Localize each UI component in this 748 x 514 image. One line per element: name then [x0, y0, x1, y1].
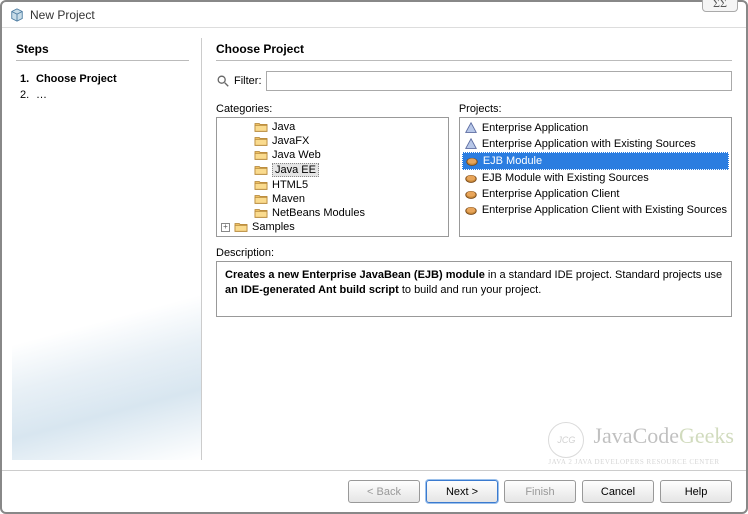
- filter-row: Filter:: [216, 71, 732, 91]
- filter-input[interactable]: [266, 71, 733, 91]
- window-title: New Project: [30, 8, 95, 22]
- project-item[interactable]: EJB Module with Existing Sources: [462, 170, 729, 186]
- category-item[interactable]: HTML5: [219, 178, 446, 192]
- category-item[interactable]: Java Web: [219, 148, 446, 162]
- project-item[interactable]: Enterprise Application Client with Exist…: [462, 202, 729, 218]
- project-item[interactable]: EJB Module: [462, 152, 729, 170]
- categories-tree[interactable]: JavaJavaFXJava WebJava EEHTML5MavenNetBe…: [216, 117, 449, 237]
- step-item: 1.Choose Project: [20, 71, 189, 87]
- app-icon: [10, 8, 24, 22]
- project-item[interactable]: Enterprise Application with Existing Sou…: [462, 136, 729, 152]
- steps-panel: Steps 1.Choose Project2.…: [12, 38, 202, 460]
- projects-label: Projects:: [459, 103, 732, 115]
- back-button[interactable]: < Back: [348, 480, 420, 503]
- close-button[interactable]: ΣΣ: [702, 0, 738, 12]
- project-item[interactable]: Enterprise Application Client: [462, 186, 729, 202]
- next-button[interactable]: Next >: [426, 480, 498, 503]
- titlebar: New Project ΣΣ: [2, 2, 746, 28]
- category-item[interactable]: +Samples: [219, 220, 446, 234]
- description-text: Creates a new Enterprise JavaBean (EJB) …: [216, 261, 732, 317]
- categories-column: Categories: JavaJavaFXJava WebJava EEHTM…: [216, 103, 449, 237]
- expand-icon[interactable]: +: [221, 223, 230, 232]
- category-item[interactable]: Maven: [219, 192, 446, 206]
- projects-column: Projects: Enterprise ApplicationEnterpri…: [459, 103, 732, 237]
- button-bar: < Back Next > Finish Cancel Help: [2, 470, 746, 512]
- description-label: Description:: [216, 247, 732, 259]
- finish-button[interactable]: Finish: [504, 480, 576, 503]
- steps-heading: Steps: [16, 42, 189, 56]
- search-icon: [216, 74, 230, 88]
- divider: [216, 60, 732, 61]
- cancel-button[interactable]: Cancel: [582, 480, 654, 503]
- step-item: 2.…: [20, 87, 189, 103]
- category-item[interactable]: JavaFX: [219, 134, 446, 148]
- steps-list: 1.Choose Project2.…: [16, 71, 189, 103]
- main-panel: Choose Project Filter: Categories: JavaJ…: [202, 38, 736, 460]
- category-item[interactable]: NetBeans Modules: [219, 206, 446, 220]
- category-item[interactable]: Java: [219, 120, 446, 134]
- projects-list[interactable]: Enterprise ApplicationEnterprise Applica…: [459, 117, 732, 237]
- content-area: Steps 1.Choose Project2.… Choose Project…: [2, 28, 746, 470]
- category-project-row: Categories: JavaJavaFXJava WebJava EEHTM…: [216, 103, 732, 237]
- new-project-dialog: New Project ΣΣ Steps 1.Choose Project2.……: [0, 0, 748, 514]
- main-heading: Choose Project: [216, 42, 732, 56]
- project-item[interactable]: Enterprise Application: [462, 120, 729, 136]
- category-item[interactable]: Java EE: [219, 162, 446, 178]
- divider: [16, 60, 189, 61]
- categories-label: Categories:: [216, 103, 449, 115]
- filter-label: Filter:: [234, 75, 262, 87]
- help-button[interactable]: Help: [660, 480, 732, 503]
